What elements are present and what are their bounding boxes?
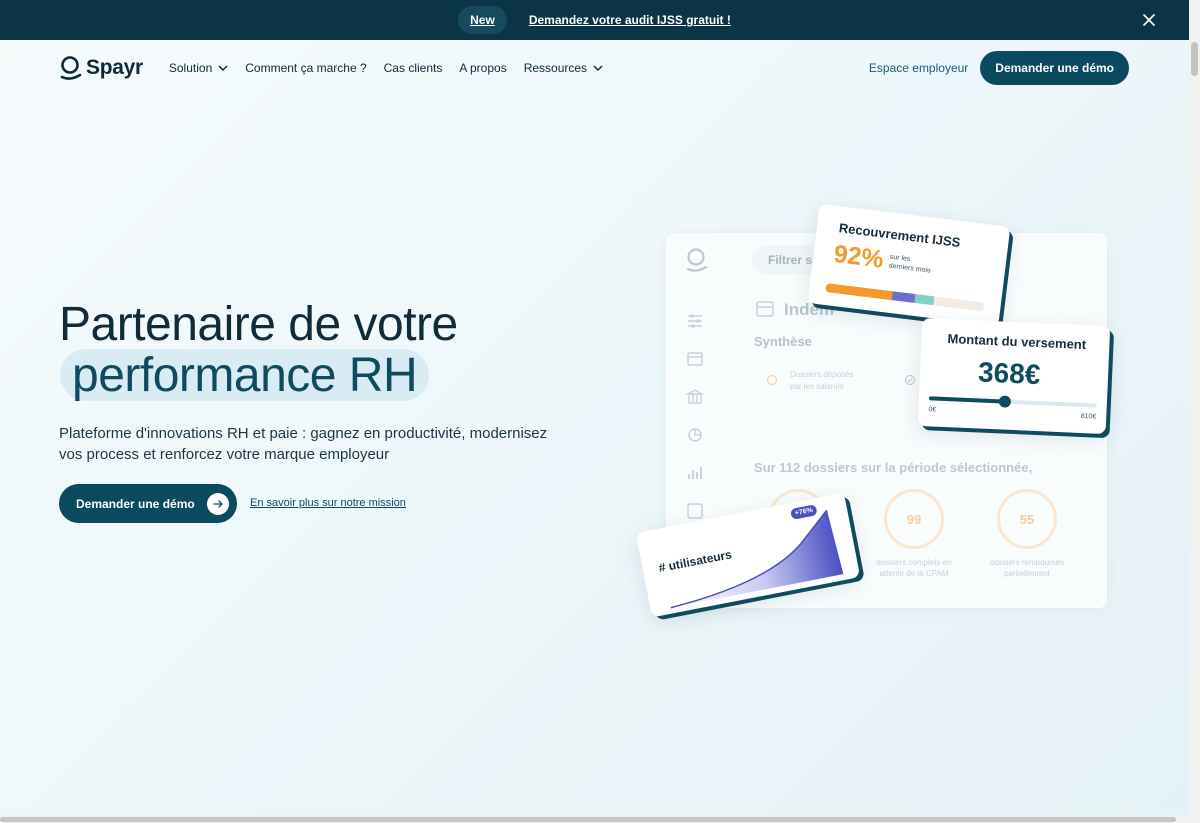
nav-menu: Solution Comment ça marche ? Cas clients… [169, 61, 620, 75]
spayr-logo-icon [686, 248, 708, 272]
ijss-progress-bar [825, 283, 985, 312]
nav-actions: Espace employeur Demander une démo [869, 51, 1129, 85]
nav-item-solution[interactable]: Solution [169, 61, 228, 75]
nav-item-label: A propos [459, 61, 507, 75]
payment-min: 0€ [928, 406, 937, 414]
hero-demo-label: Demander une démo [76, 496, 195, 511]
hero-subtitle: Plateforme d'innovations RH et paie : ga… [59, 425, 548, 463]
arrow-right-icon [206, 492, 229, 515]
horizontal-scrollbar[interactable] [0, 815, 1189, 823]
payment-max: 810€ [1080, 412, 1097, 421]
ring-value: 55 [1019, 511, 1035, 527]
ijss-bar-segment [825, 283, 893, 301]
logo[interactable]: Spayr [60, 55, 143, 81]
ijss-note: sur les derniers mois [888, 253, 940, 277]
horizontal-scrollbar-thumb[interactable] [0, 817, 1176, 822]
vertical-scrollbar-thumb[interactable] [1191, 42, 1198, 76]
nav-item-label: Ressources [523, 61, 588, 75]
payment-slider-handle[interactable] [998, 395, 1011, 408]
payment-amount-card: Montant du versement 368€ 0€ 810€ [917, 317, 1111, 435]
nav-item-a-propos[interactable]: A propos [459, 61, 506, 75]
payment-slider-fill [928, 396, 1005, 404]
check-circle-icon [904, 374, 916, 386]
hero-title-highlight: performance RH [60, 348, 430, 402]
ring-label: dossiers remboursés partiellement [977, 557, 1077, 579]
ring-label-line2: partiellement [1004, 569, 1050, 578]
ijss-bar-segment [913, 293, 935, 306]
clock-icon [766, 374, 778, 386]
nav-item-comment-ca-marche[interactable]: Comment ça marche ? [245, 61, 366, 75]
hero-title-line2: performance RH [72, 348, 418, 402]
ijss-bar-segment [891, 291, 916, 303]
bank-icon [686, 389, 704, 404]
announcement-bar: New Demandez votre audit IJSS gratuit ! [0, 0, 1189, 40]
employer-space-link[interactable]: Espace employeur [869, 61, 968, 75]
chevron-down-icon [218, 65, 228, 72]
ring-value: 99 [906, 511, 922, 527]
nav-item-cas-clients[interactable]: Cas clients [384, 61, 443, 75]
brand-name: Spayr [86, 56, 143, 79]
ring-label-line1: dossiers remboursés [989, 558, 1065, 567]
hero-demo-button[interactable]: Demander une démo [59, 484, 237, 523]
main-nav: Spayr Solution Comment ça marche ? Cas c… [0, 40, 1189, 96]
stat-ring: 55 [997, 489, 1057, 549]
sliders-icon [688, 314, 702, 328]
nav-item-label: Solution [168, 61, 213, 75]
mission-link[interactable]: En savoir plus sur notre mission [250, 497, 406, 509]
inbox-icon [756, 301, 774, 317]
payment-amount: 368€ [977, 356, 1042, 391]
synthese-heading: Synthèse [754, 334, 812, 349]
spayr-logo-icon [60, 56, 82, 80]
stat-label-line2: par les salariés [790, 382, 844, 391]
bar-chart-icon [688, 467, 702, 479]
payment-card-title: Montant du versement [947, 331, 1087, 353]
ring-label: dossiers complets en attente de la CPAM [864, 557, 964, 579]
close-icon [1143, 14, 1155, 26]
close-announcement-button[interactable] [1139, 10, 1159, 30]
ring-label-line1: dossiers complets en [876, 558, 952, 567]
document-icon [687, 503, 703, 519]
inbox-icon [687, 352, 703, 366]
summary-text: Sur 112 dossiers sur la période sélectio… [754, 460, 1033, 475]
nav-item-label: Cas clients [383, 61, 443, 75]
stat-label-line1: Dossiers déposés [790, 370, 854, 379]
nav-item-label: Comment ça marche ? [245, 61, 367, 75]
hero-title: Partenaire de votre [59, 298, 458, 351]
chevron-down-icon [593, 65, 603, 72]
payment-slider[interactable] [928, 395, 1097, 408]
vertical-scrollbar[interactable] [1189, 0, 1200, 823]
new-badge[interactable]: New [458, 6, 507, 34]
stat-ring: 99 [884, 489, 944, 549]
pie-chart-icon [688, 428, 702, 442]
ijss-percentage: 92% [832, 239, 886, 274]
request-demo-button[interactable]: Demander une démo [980, 51, 1129, 85]
ring-label-line2: attente de la CPAM [879, 569, 949, 578]
nav-item-ressources[interactable]: Ressources [524, 61, 603, 75]
audit-link[interactable]: Demandez votre audit IJSS gratuit ! [529, 13, 731, 27]
